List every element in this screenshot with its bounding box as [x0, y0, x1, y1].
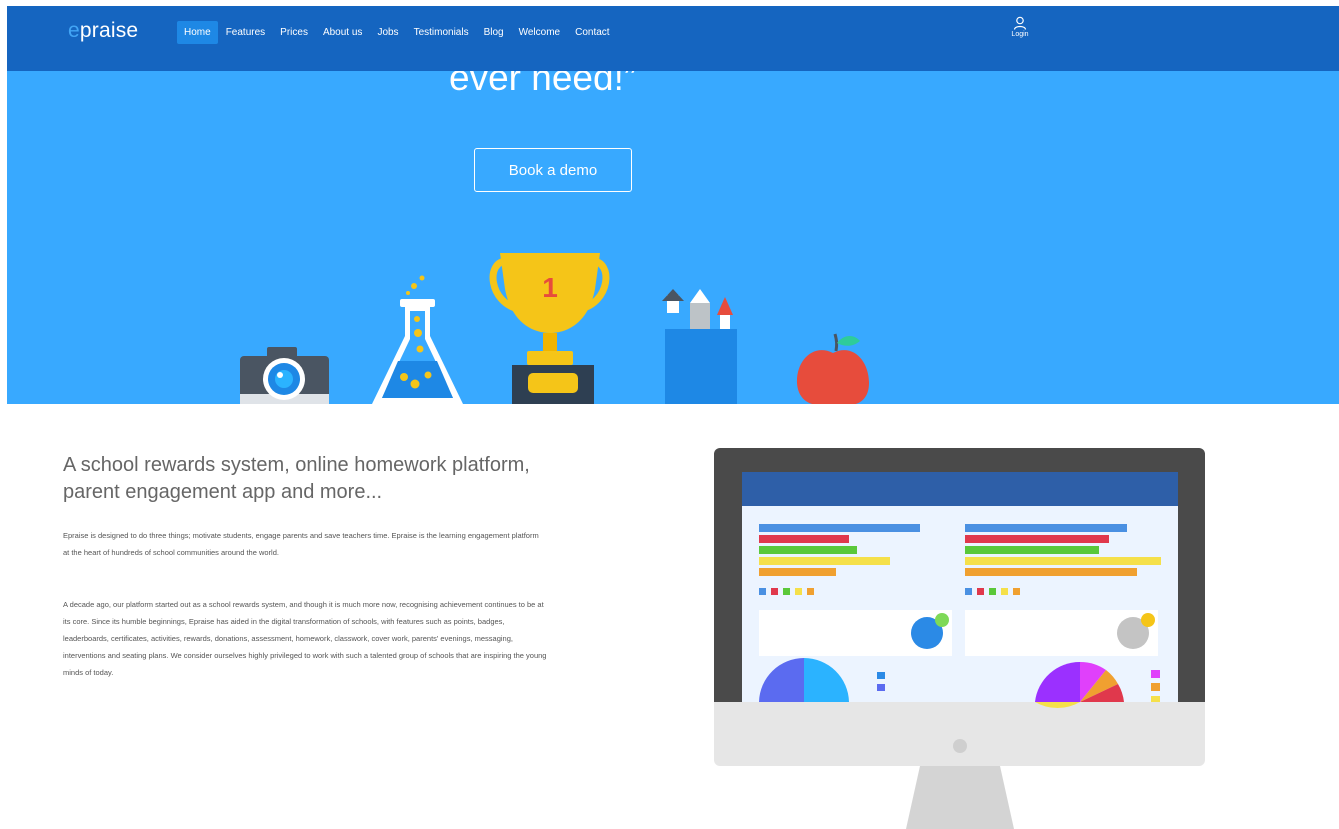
- apple-icon: [796, 333, 869, 404]
- history-paragraph: A decade ago, our platform started out a…: [63, 600, 547, 677]
- main-nav: Home Features Prices About us Jobs Testi…: [177, 21, 618, 44]
- nav-item-prices[interactable]: Prices: [273, 21, 315, 44]
- login-label: Login: [1011, 31, 1029, 38]
- nav-item-jobs[interactable]: Jobs: [370, 21, 405, 44]
- user-icon: [1013, 16, 1027, 30]
- trophy-icon: 1: [489, 253, 610, 404]
- hero-section: ever need!” Book a demo 1: [7, 71, 1339, 404]
- school-illustration: 1: [240, 253, 869, 404]
- nav-item-about-us[interactable]: About us: [316, 21, 369, 44]
- nav-item-testimonials[interactable]: Testimonials: [407, 21, 476, 44]
- trophy-number: 1: [542, 272, 558, 303]
- nav-item-features[interactable]: Features: [219, 21, 272, 44]
- nav-item-blog[interactable]: Blog: [477, 21, 511, 44]
- page-edge: [0, 0, 7, 404]
- nav-item-welcome[interactable]: Welcome: [512, 21, 568, 44]
- top-navigation-bar: epraise Home Features Prices About us Jo…: [7, 6, 1339, 71]
- nav-item-contact[interactable]: Contact: [568, 21, 616, 44]
- nav-item-home[interactable]: Home: [177, 21, 218, 44]
- login-button[interactable]: Login: [1003, 16, 1037, 38]
- dashboard-monitor-illustration: [714, 448, 1205, 829]
- flask-icon: [372, 275, 463, 404]
- camera-icon: [240, 347, 329, 404]
- pencil-cup-icon: [662, 289, 737, 404]
- intro-paragraph: Epraise is designed to do three things; …: [63, 531, 539, 557]
- brand-logo[interactable]: epraise: [68, 19, 138, 43]
- section-heading: A school rewards system, online homework…: [63, 454, 530, 503]
